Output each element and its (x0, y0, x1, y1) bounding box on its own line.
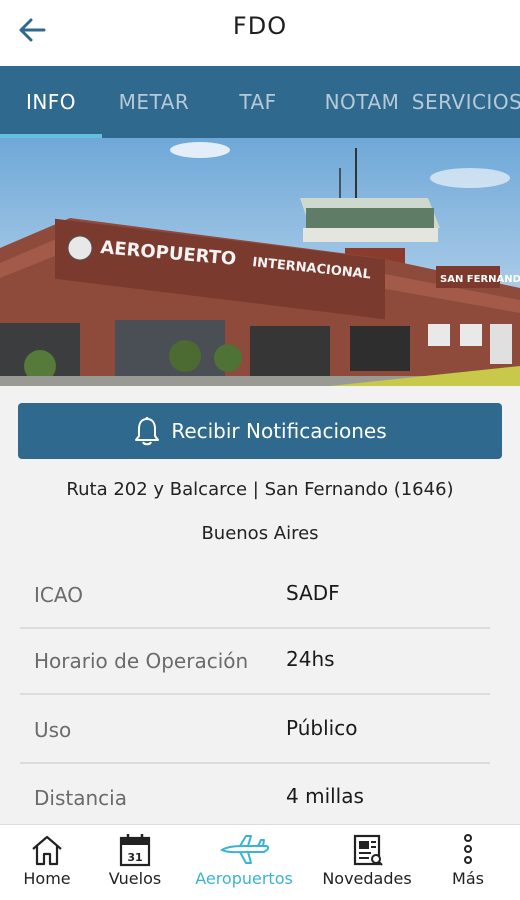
detail-row-uso: Uso Público (20, 696, 490, 764)
tab-taf[interactable]: TAF (206, 66, 310, 138)
detail-key: ICAO (34, 583, 83, 607)
calendar-day: 31 (127, 851, 142, 864)
detail-value: 4 millas (286, 784, 364, 808)
nav-vuelos-label: Vuelos (108, 869, 162, 888)
more-vertical-icon (464, 834, 472, 864)
detail-key: Distancia (34, 786, 127, 810)
detail-key: Uso (34, 718, 72, 742)
nav-novedades[interactable]: Novedades (322, 833, 412, 897)
tab-servicios[interactable]: SERVICIOS (412, 66, 520, 138)
airport-photo: AEROPUERTO INTERNACIONAL SAN FERNANDO (0, 138, 520, 386)
detail-row-distancia: Distancia 4 millas (20, 764, 490, 832)
nav-mas[interactable]: Más (446, 833, 490, 897)
bell-icon (135, 417, 160, 446)
notifications-label: Recibir Notificaciones (171, 419, 387, 443)
airport-info: Recibir Notificaciones Ruta 202 y Balcar… (0, 386, 520, 824)
bottom-navigation: Home 31 Vuelos Aeropuertos Novedades Más (0, 824, 520, 900)
sign-san-fernando: SAN FERNANDO (440, 274, 520, 285)
airplane-icon (220, 835, 270, 864)
nav-novedades-label: Novedades (322, 869, 412, 888)
app-bar: FDO (0, 0, 520, 66)
notifications-button[interactable]: Recibir Notificaciones (18, 403, 502, 459)
detail-row-horario: Horario de Operación 24hs (20, 627, 490, 695)
home-icon (32, 835, 62, 866)
tab-bar: INFO METAR TAF NOTAM SERVICIOS (0, 66, 520, 138)
nav-home[interactable]: Home (22, 833, 72, 897)
detail-value: Público (286, 716, 358, 740)
detail-value: 24hs (286, 647, 335, 671)
nav-mas-label: Más (452, 869, 484, 888)
tab-metar[interactable]: METAR (102, 66, 206, 138)
nav-home-label: Home (23, 869, 71, 888)
nav-aeropuertos-label: Aeropuertos (195, 869, 293, 888)
address-province: Buenos Aires (201, 523, 319, 544)
calendar-icon: 31 (119, 834, 151, 867)
tab-info[interactable]: INFO (0, 66, 102, 138)
detail-row-icao: ICAO SADF (20, 561, 490, 629)
page-title: FDO (232, 12, 288, 40)
nav-aeropuertos[interactable]: Aeropuertos (195, 833, 293, 897)
nav-vuelos[interactable]: 31 Vuelos (108, 833, 162, 897)
detail-key: Horario de Operación (34, 649, 249, 673)
address-line: Ruta 202 y Balcarce | San Fernando (1646… (66, 479, 454, 500)
tab-notam[interactable]: NOTAM (310, 66, 414, 138)
news-icon (353, 834, 383, 866)
detail-value: SADF (286, 581, 340, 605)
